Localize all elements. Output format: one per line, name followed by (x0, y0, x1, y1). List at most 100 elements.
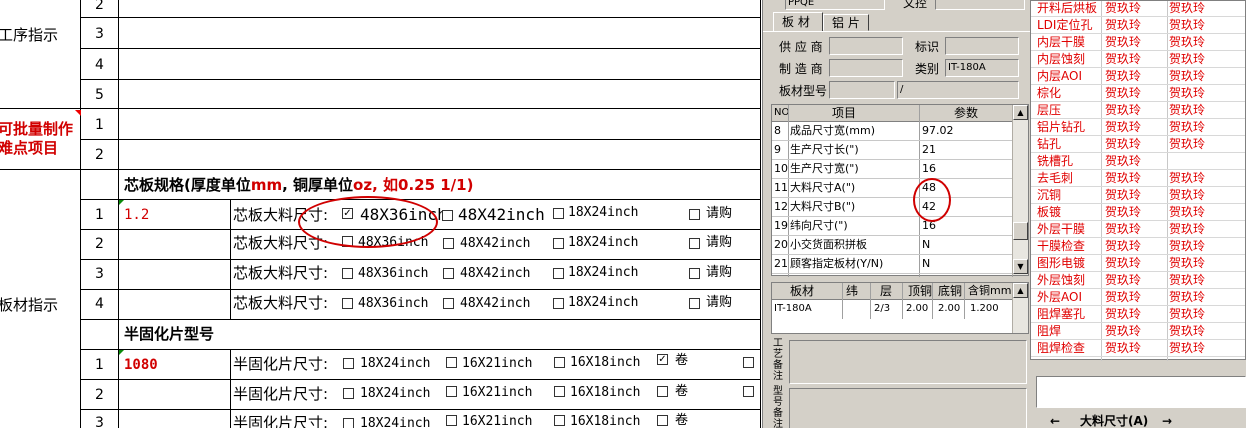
param-row[interactable]: 10 生产尺寸宽(") 16 (772, 160, 1012, 179)
checkbox-18x24[interactable] (553, 208, 564, 219)
row-number: 2 (95, 387, 104, 403)
checkbox-16x21[interactable] (446, 415, 457, 426)
option-18x24: 18X24inch (360, 416, 431, 428)
tab-aluminum[interactable]: 铝 片 (823, 14, 869, 31)
process-b: 贺玖玲 (1169, 18, 1206, 32)
checkbox-purchase[interactable] (689, 209, 700, 220)
param-row[interactable]: 8 成品尺寸宽(mm) 97.02 (772, 122, 1012, 141)
checkbox-extra[interactable] (743, 386, 754, 397)
scroll-down-icon[interactable]: ▼ (1013, 259, 1028, 274)
process-row[interactable]: 棕化 贺玖玲 贺玖玲 (1031, 85, 1245, 102)
params-scrollbar[interactable]: ▲ ▼ (1012, 105, 1028, 275)
checkbox-roll[interactable]: ✓ (657, 354, 668, 365)
process-row[interactable]: 内层蚀刻 贺玖玲 贺玖玲 (1031, 51, 1245, 68)
core-thickness-value[interactable]: 1.2 (124, 207, 149, 223)
param-row[interactable]: 12 大料尺寸B(") 42 (772, 198, 1012, 217)
checkbox-16x21[interactable] (446, 357, 457, 368)
checkbox-18x24[interactable] (553, 238, 564, 249)
process-row[interactable]: 内层干膜 贺玖玲 贺玖玲 (1031, 34, 1245, 51)
model-field-2[interactable]: / (897, 81, 1019, 99)
checkbox-16x18[interactable] (554, 386, 565, 397)
checkbox-18x24[interactable] (343, 418, 354, 428)
checkbox-48x42[interactable] (443, 268, 454, 279)
maker-field[interactable] (829, 59, 903, 77)
process-a: 贺玖玲 (1105, 205, 1142, 219)
option-48x36: 48X36inch (358, 266, 429, 281)
param-row[interactable]: 11 大料尺寸A(") 48 (772, 179, 1012, 198)
checkbox-18x24[interactable] (343, 358, 354, 369)
process-note-field[interactable] (789, 340, 1027, 384)
process-row[interactable]: 阻焊检查 贺玖玲 贺玖玲 (1031, 340, 1245, 357)
process-row[interactable]: 外层AOI 贺玖玲 贺玖玲 (1031, 289, 1245, 306)
scroll-thumb[interactable] (1013, 222, 1028, 240)
process-row[interactable]: 图形电镀 贺玖玲 贺玖玲 (1031, 255, 1245, 272)
checkbox-48x42[interactable] (443, 298, 454, 309)
process-b: 贺玖玲 (1169, 188, 1206, 202)
scroll-up-icon[interactable]: ▲ (1013, 105, 1028, 120)
process-b: 贺玖玲 (1169, 324, 1206, 338)
checkbox-48x42[interactable] (442, 210, 453, 221)
mat-cell: 2/3 (874, 303, 891, 314)
param-row[interactable]: 19 纬向尺寸(") 16 (772, 217, 1012, 236)
process-row[interactable]: 阻焊 贺玖玲 贺玖玲 (1031, 323, 1245, 340)
material-grid: 板材 纬 层 顶铜 底铜 含铜mm IT-180A 2/3 2.00 2.00 … (771, 282, 1029, 334)
type-field[interactable]: IT-180A (945, 59, 1019, 77)
checkbox-48x42[interactable] (443, 238, 454, 249)
checkbox-roll[interactable] (657, 386, 668, 397)
signoff-input[interactable] (1036, 376, 1246, 408)
option-18x24: 18X24inch (360, 386, 431, 401)
doc-control-field[interactable] (935, 0, 1025, 10)
process-row[interactable]: 外层蚀刻 贺玖玲 贺玖玲 (1031, 272, 1245, 289)
checkbox-18x24[interactable] (553, 298, 564, 309)
supplier-field[interactable] (829, 37, 903, 55)
process-row[interactable]: 阻焊塞孔 贺玖玲 贺玖玲 (1031, 306, 1245, 323)
material-scrollbar[interactable]: ▲ (1012, 283, 1028, 333)
option-16x21: 16X21inch (462, 356, 533, 371)
param-row[interactable]: 9 生产尺寸长(") 21 (772, 141, 1012, 160)
row-number: 4 (95, 57, 104, 73)
checkbox-18x24[interactable] (343, 388, 354, 399)
process-a: 贺玖玲 (1105, 154, 1142, 168)
process-row[interactable]: 内层AOI 贺玖玲 贺玖玲 (1031, 68, 1245, 85)
checkbox-purchase[interactable] (689, 238, 700, 249)
process-row[interactable]: 去毛刺 贺玖玲 贺玖玲 (1031, 170, 1245, 187)
model-note-field[interactable] (789, 388, 1027, 428)
process-row[interactable]: 钻孔 贺玖玲 贺玖玲 (1031, 136, 1245, 153)
process-name: 阻焊 (1037, 324, 1062, 338)
param-item: 纬向尺寸(") (790, 219, 848, 232)
process-row[interactable]: 开料后烘板 贺玖玲 贺玖玲 (1031, 0, 1245, 17)
param-val: N (922, 257, 931, 270)
checkbox-16x18[interactable] (554, 415, 565, 426)
checkbox-48x36[interactable] (342, 268, 353, 279)
option-16x21: 16X21inch (462, 414, 533, 428)
tab-board[interactable]: 板 材 (773, 12, 823, 32)
highlight-ellipse (298, 196, 438, 248)
process-row[interactable]: 板镀 贺玖玲 贺玖玲 (1031, 204, 1245, 221)
checkbox-48x36[interactable] (342, 298, 353, 309)
checkbox-roll[interactable] (657, 415, 668, 426)
process-b: 贺玖玲 (1169, 256, 1206, 270)
process-row[interactable]: LDI定位孔 贺玖玲 贺玖玲 (1031, 17, 1245, 34)
scroll-up-icon[interactable]: ▲ (1013, 283, 1028, 298)
model-field-1[interactable] (829, 81, 895, 99)
process-row[interactable]: 外层干膜 贺玖玲 贺玖玲 (1031, 221, 1245, 238)
checkbox-purchase[interactable] (689, 298, 700, 309)
process-row[interactable]: 铣槽孔 贺玖玲 (1031, 153, 1245, 170)
option-18x24: 18X24inch (568, 205, 639, 220)
option-48x42: 48X42inch (460, 236, 531, 251)
mark-field[interactable] (945, 37, 1019, 55)
process-row[interactable]: 铝片钻孔 贺玖玲 贺玖玲 (1031, 119, 1245, 136)
param-no: 8 (774, 124, 781, 137)
process-name: 干膜检查 (1037, 239, 1086, 253)
prepreg-type-value[interactable]: 1080 (124, 357, 158, 373)
process-row[interactable]: 干膜检查 贺玖玲 贺玖玲 (1031, 238, 1245, 255)
param-row[interactable]: 20 小交货面积拼板 N (772, 236, 1012, 255)
param-row[interactable]: 21 顾客指定板材(Y/N) N (772, 255, 1012, 274)
process-row[interactable]: 沉铜 贺玖玲 贺玖玲 (1031, 187, 1245, 204)
checkbox-purchase[interactable] (689, 268, 700, 279)
checkbox-16x21[interactable] (446, 386, 457, 397)
checkbox-16x18[interactable] (554, 357, 565, 368)
checkbox-18x24[interactable] (553, 268, 564, 279)
checkbox-extra[interactable] (743, 357, 754, 368)
process-row[interactable]: 层压 贺玖玲 贺玖玲 (1031, 102, 1245, 119)
